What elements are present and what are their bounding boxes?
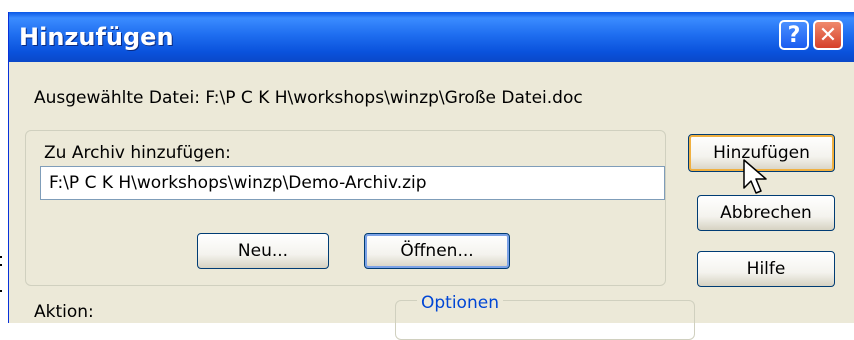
- action-label: Aktion:: [34, 302, 94, 322]
- close-x-icon: ✕: [818, 22, 838, 48]
- window-title: Hinzufügen: [19, 23, 174, 51]
- help-question-button[interactable]: ?: [779, 20, 809, 50]
- help-button[interactable]: Hilfe: [697, 251, 835, 287]
- mouse-pointer-icon: [743, 159, 767, 194]
- new-button-label: Neu...: [237, 241, 289, 261]
- new-button[interactable]: Neu...: [197, 233, 329, 269]
- selected-file-label: Ausgewählte Datei: F:\P C K H\workshops\…: [34, 88, 583, 108]
- cancel-button[interactable]: Abbrechen: [697, 195, 835, 231]
- left-edge-marks: [0, 256, 2, 292]
- question-mark-icon: ?: [787, 22, 801, 48]
- open-button-label: Öffnen...: [400, 241, 474, 261]
- archive-path-input[interactable]: F:\P C K H\workshops\winzp\Demo-Archiv.z…: [40, 166, 665, 200]
- cancel-button-label: Abbrechen: [720, 203, 812, 223]
- options-group-label: Optionen: [417, 293, 503, 313]
- open-button[interactable]: Öffnen...: [364, 233, 510, 269]
- help-button-label: Hilfe: [746, 259, 786, 279]
- close-button[interactable]: ✕: [813, 20, 843, 50]
- title-bar[interactable]: Hinzufügen ? ✕: [9, 12, 854, 62]
- add-to-archive-label: Zu Archiv hinzufügen:: [44, 143, 231, 163]
